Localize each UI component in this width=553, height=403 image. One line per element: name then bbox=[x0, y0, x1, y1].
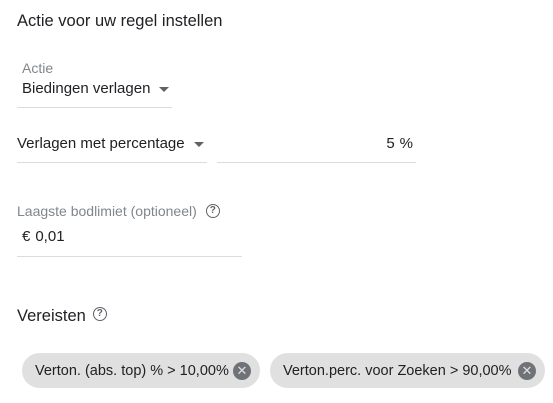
requirement-chip[interactable]: Verton. (abs. top) % > 10,00% ✕ bbox=[22, 353, 260, 388]
requirements-header: Vereisten ? bbox=[17, 306, 107, 326]
action-dropdown[interactable]: Biedingen verlagen bbox=[17, 80, 172, 108]
requirement-chip-label: Verton. (abs. top) % > 10,00% bbox=[35, 362, 229, 379]
help-circle-icon[interactable]: ? bbox=[205, 204, 220, 218]
help-circle-icon[interactable]: ? bbox=[92, 306, 107, 321]
adjustment-mode-value: Verlagen met percentage bbox=[17, 135, 185, 152]
requirement-chip-label: Verton.perc. voor Zoeken > 90,00% bbox=[283, 362, 512, 379]
caret-down-icon bbox=[159, 87, 170, 92]
requirement-chip[interactable]: Verton.perc. voor Zoeken > 90,00% ✕ bbox=[270, 353, 545, 388]
percentage-unit: % bbox=[399, 135, 413, 152]
currency-symbol: € bbox=[22, 228, 31, 245]
section-title: Actie voor uw regel instellen bbox=[17, 12, 223, 30]
percentage-input[interactable]: 5 % bbox=[217, 135, 416, 163]
percentage-value: 5 bbox=[386, 135, 395, 152]
action-label: Actie bbox=[22, 60, 54, 76]
requirements-title: Vereisten bbox=[17, 307, 86, 325]
cancel-circle-icon[interactable]: ✕ bbox=[518, 361, 536, 380]
caret-down-icon bbox=[193, 142, 204, 147]
bid-limit-label: Laagste bodlimiet (optioneel) bbox=[17, 203, 197, 219]
adjustment-mode-dropdown[interactable]: Verlagen met percentage bbox=[17, 135, 207, 163]
bid-limit-label-row: Laagste bodlimiet (optioneel) ? bbox=[17, 203, 220, 219]
bid-limit-value: 0,01 bbox=[35, 228, 65, 245]
bid-limit-input[interactable]: € 0,01 bbox=[17, 228, 242, 257]
cancel-circle-icon[interactable]: ✕ bbox=[233, 361, 251, 380]
action-dropdown-value: Biedingen verlagen bbox=[22, 80, 151, 97]
